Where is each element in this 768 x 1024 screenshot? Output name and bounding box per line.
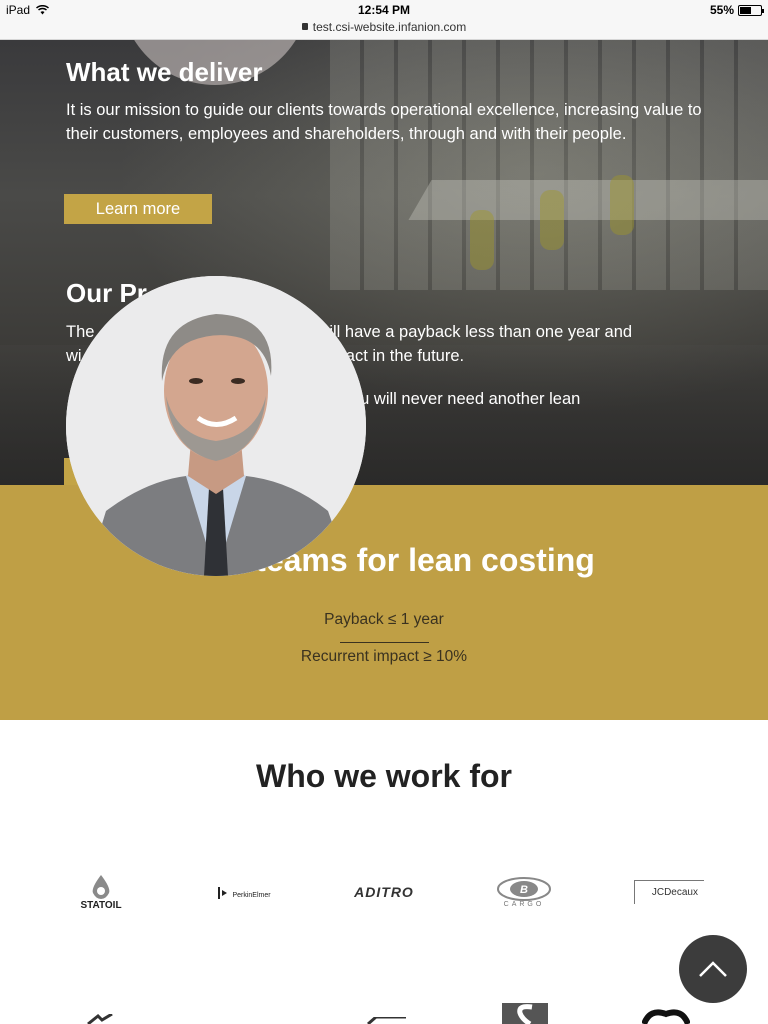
program-line1-a: The xyxy=(66,323,95,341)
program-line2-b: pact in the future. xyxy=(336,347,465,365)
logo-statoil: STATOIL xyxy=(76,870,126,915)
logo-partial-3-mark xyxy=(517,1004,533,1024)
logo-jcdecaux: JCDecaux xyxy=(634,880,704,904)
office-window-image xyxy=(330,40,768,290)
battery-icon xyxy=(738,4,764,16)
jcdecaux-label: JCDecaux xyxy=(651,887,698,898)
status-time: 12:54 PM xyxy=(357,3,411,17)
deliver-title: What we deliver xyxy=(66,57,263,87)
learn-more-button[interactable]: Learn more xyxy=(64,194,212,224)
logo-partial-3 xyxy=(502,1003,548,1024)
scroll-to-top-button[interactable] xyxy=(679,935,747,1003)
logo-partial-2 xyxy=(367,1017,406,1024)
b-cargo-label: CARGO xyxy=(503,900,545,908)
aditro-label: ADITRO xyxy=(354,884,414,900)
address-bar[interactable]: test.csi-website.infanion.com xyxy=(0,20,768,34)
office-chair-image xyxy=(540,190,564,250)
svg-text:B: B xyxy=(520,884,528,896)
recurrent-impact-text: Recurrent impact ≥ 10% xyxy=(300,648,468,665)
logo-b-cargo: B CARGO xyxy=(494,874,554,910)
program-line1-b: will have a payback less than one year a… xyxy=(317,323,633,341)
office-chair-image xyxy=(610,175,634,235)
office-desk-image xyxy=(408,180,768,220)
consultant-portrait xyxy=(66,276,366,576)
lock-icon xyxy=(301,23,308,30)
lean-costing-heading-text: teams for lean costing xyxy=(255,542,595,578)
perkinelmer-label: PerkinElmer xyxy=(232,892,271,899)
url-text: test.csi-website.infanion.com xyxy=(312,20,467,34)
chevron-up-icon xyxy=(699,961,727,977)
statoil-drop-icon xyxy=(92,875,110,899)
payback-text: Payback ≤ 1 year xyxy=(324,611,444,628)
office-chair-image xyxy=(470,210,494,270)
clients-title: Who we work for xyxy=(256,758,512,794)
logo-perkinelmer: PerkinElmer xyxy=(212,880,274,905)
lean-costing-heading: teams for lean costing xyxy=(0,542,768,579)
portrait-image xyxy=(66,276,366,576)
statoil-label: STATOIL xyxy=(80,900,122,911)
perkinelmer-mark-icon xyxy=(218,886,228,899)
deliver-text: It is our mission to guide our clients t… xyxy=(66,101,702,143)
b-cargo-mark-icon: B xyxy=(497,876,551,901)
status-bar: iPad 12:54 PM test.csi-website.infanion.… xyxy=(0,0,768,40)
battery-fill xyxy=(740,6,751,14)
logo-partial-4 xyxy=(642,1009,690,1024)
gold-divider xyxy=(340,642,429,643)
status-right: 55% xyxy=(709,3,764,17)
logo-aditro: ADITRO xyxy=(348,880,420,904)
logo-partial-1 xyxy=(87,1014,113,1024)
battery-percent: 55% xyxy=(709,3,734,17)
